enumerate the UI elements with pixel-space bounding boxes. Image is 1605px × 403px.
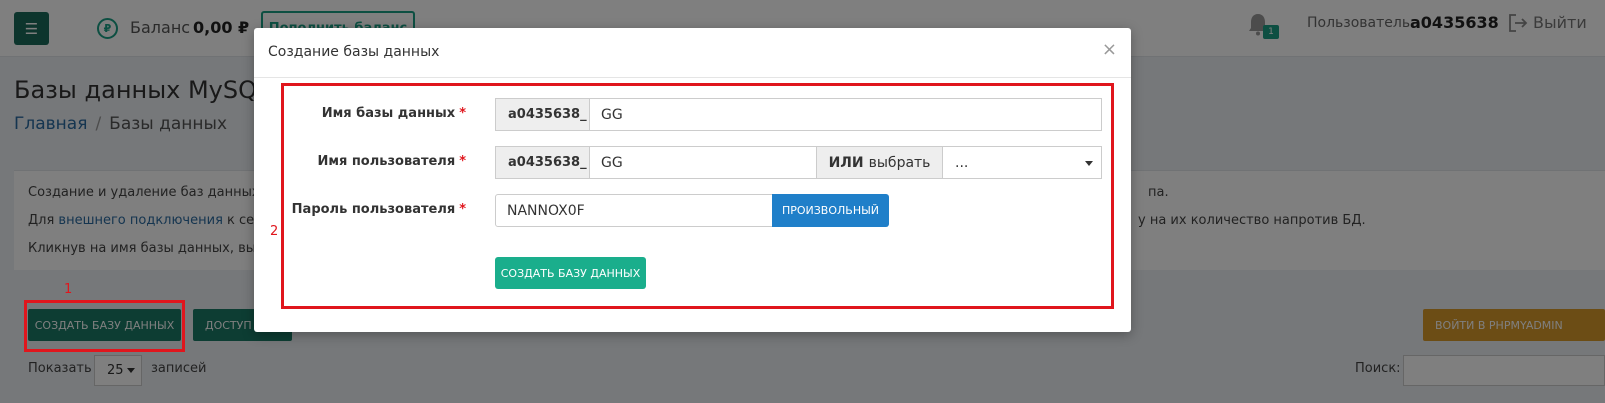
annotation-number-1: 1 <box>64 282 73 297</box>
modal-title: Создание базы данных <box>268 44 440 60</box>
annotation-highlight-1 <box>24 300 185 352</box>
annotation-highlight-2 <box>281 83 1114 309</box>
annotation-number-2: 2 <box>270 224 279 239</box>
modal-header: Создание базы данных × <box>254 28 1131 78</box>
close-icon[interactable]: × <box>1102 41 1117 59</box>
